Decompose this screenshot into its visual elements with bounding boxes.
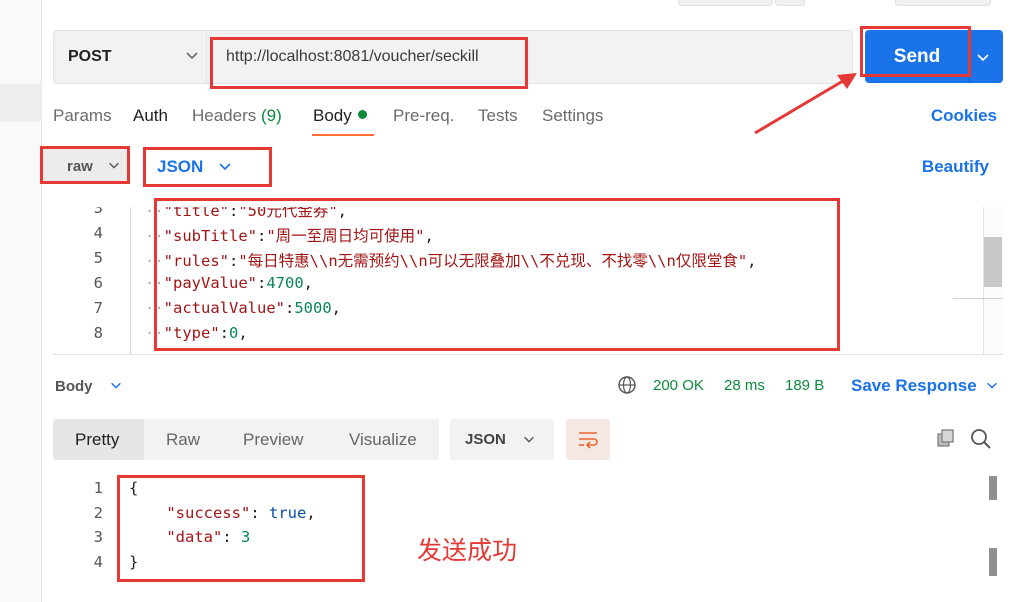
chevron-down-icon [186, 52, 198, 60]
request-tabs: Params Auth Headers (9) Body Pre-req. Te… [53, 106, 1013, 136]
wrap-icon [579, 432, 598, 449]
annotation-box-raw [40, 146, 130, 184]
scrollbar-thumb[interactable] [984, 237, 1002, 287]
response-format-label: JSON [465, 431, 506, 448]
left-sidebar [0, 0, 42, 602]
tab-body[interactable]: Body [313, 106, 367, 126]
copy-icon[interactable] [936, 428, 956, 448]
annotation-arrow-icon [754, 73, 857, 135]
cookies-link[interactable]: Cookies [931, 106, 997, 126]
line-number: 4 [93, 224, 103, 242]
tab-headers[interactable]: Headers (9) [192, 106, 282, 126]
tab-params[interactable]: Params [53, 106, 112, 126]
line-number: 2 [93, 504, 103, 522]
method-label: POST [68, 48, 112, 65]
annotation-box-url [210, 37, 528, 89]
active-tab-indicator [312, 134, 374, 136]
status-code[interactable]: 200 OK [653, 377, 704, 394]
tab-headers-label: Headers [192, 106, 257, 125]
tab-body-label: Body [313, 106, 352, 125]
tab-raw-label: Raw [166, 430, 201, 449]
toolbar-button[interactable] [775, 0, 805, 6]
line-number: 3 [93, 528, 103, 546]
response-scrollbar[interactable] [989, 548, 997, 576]
chevron-down-icon[interactable] [109, 378, 123, 392]
response-format-select[interactable]: JSON [450, 419, 554, 460]
sidebar-selected-item[interactable] [0, 84, 42, 122]
annotation-box-json [143, 147, 272, 187]
tab-preview-label: Preview [243, 430, 304, 449]
divider [953, 298, 1003, 299]
top-toolbar-strip [43, 0, 1029, 10]
tab-raw[interactable]: Raw [144, 419, 214, 460]
tab-tests[interactable]: Tests [478, 106, 518, 126]
save-response-button[interactable]: Save Response [851, 376, 999, 396]
wrap-lines-button[interactable] [566, 419, 610, 460]
annotation-note: 发送成功 [417, 536, 518, 565]
tab-prereq[interactable]: Pre-req. [393, 106, 454, 126]
toolbar-button[interactable] [678, 0, 773, 6]
tab-auth[interactable]: Auth [133, 106, 168, 126]
search-icon[interactable] [970, 428, 992, 450]
globe-icon[interactable] [617, 375, 637, 395]
tab-pretty-label: Pretty [75, 430, 120, 449]
tab-preview[interactable]: Preview [223, 419, 323, 460]
line-number: 6 [93, 274, 103, 292]
line-number: 4 [93, 553, 103, 571]
line-number: 7 [93, 299, 103, 317]
toolbar-button[interactable] [895, 0, 991, 6]
line-number: 5 [93, 249, 103, 267]
headers-count: (9) [261, 106, 282, 125]
tab-pretty[interactable]: Pretty [53, 419, 144, 460]
tab-settings[interactable]: Settings [542, 106, 603, 126]
response-time[interactable]: 28 ms [724, 377, 765, 394]
annotation-box-send [860, 26, 971, 77]
response-header: Body 200 OK 28 ms 189 B Save Response [43, 368, 1013, 404]
chevron-down-icon [524, 436, 534, 443]
save-response-label: Save Response [851, 376, 977, 395]
method-select[interactable]: POST [54, 31, 207, 83]
annotation-box-response [117, 475, 365, 582]
response-body-select[interactable]: Body [55, 378, 93, 395]
line-number: 8 [93, 324, 103, 342]
beautify-button[interactable]: Beautify [922, 157, 989, 177]
line-number: 1 [93, 479, 103, 497]
chevron-down-icon[interactable] [975, 49, 991, 65]
response-view-tabs: Pretty Raw Preview Visualize [53, 419, 439, 460]
line-number: 3 [93, 207, 103, 217]
tab-visualize-label: Visualize [349, 430, 417, 449]
annotation-box-body [154, 198, 840, 351]
chevron-down-icon [986, 382, 997, 389]
response-scrollbar[interactable] [989, 476, 997, 500]
response-size[interactable]: 189 B [785, 377, 824, 394]
body-status-dot [357, 110, 367, 119]
tab-visualize[interactable]: Visualize [328, 419, 438, 460]
editor-scrollbar[interactable] [983, 207, 1003, 354]
